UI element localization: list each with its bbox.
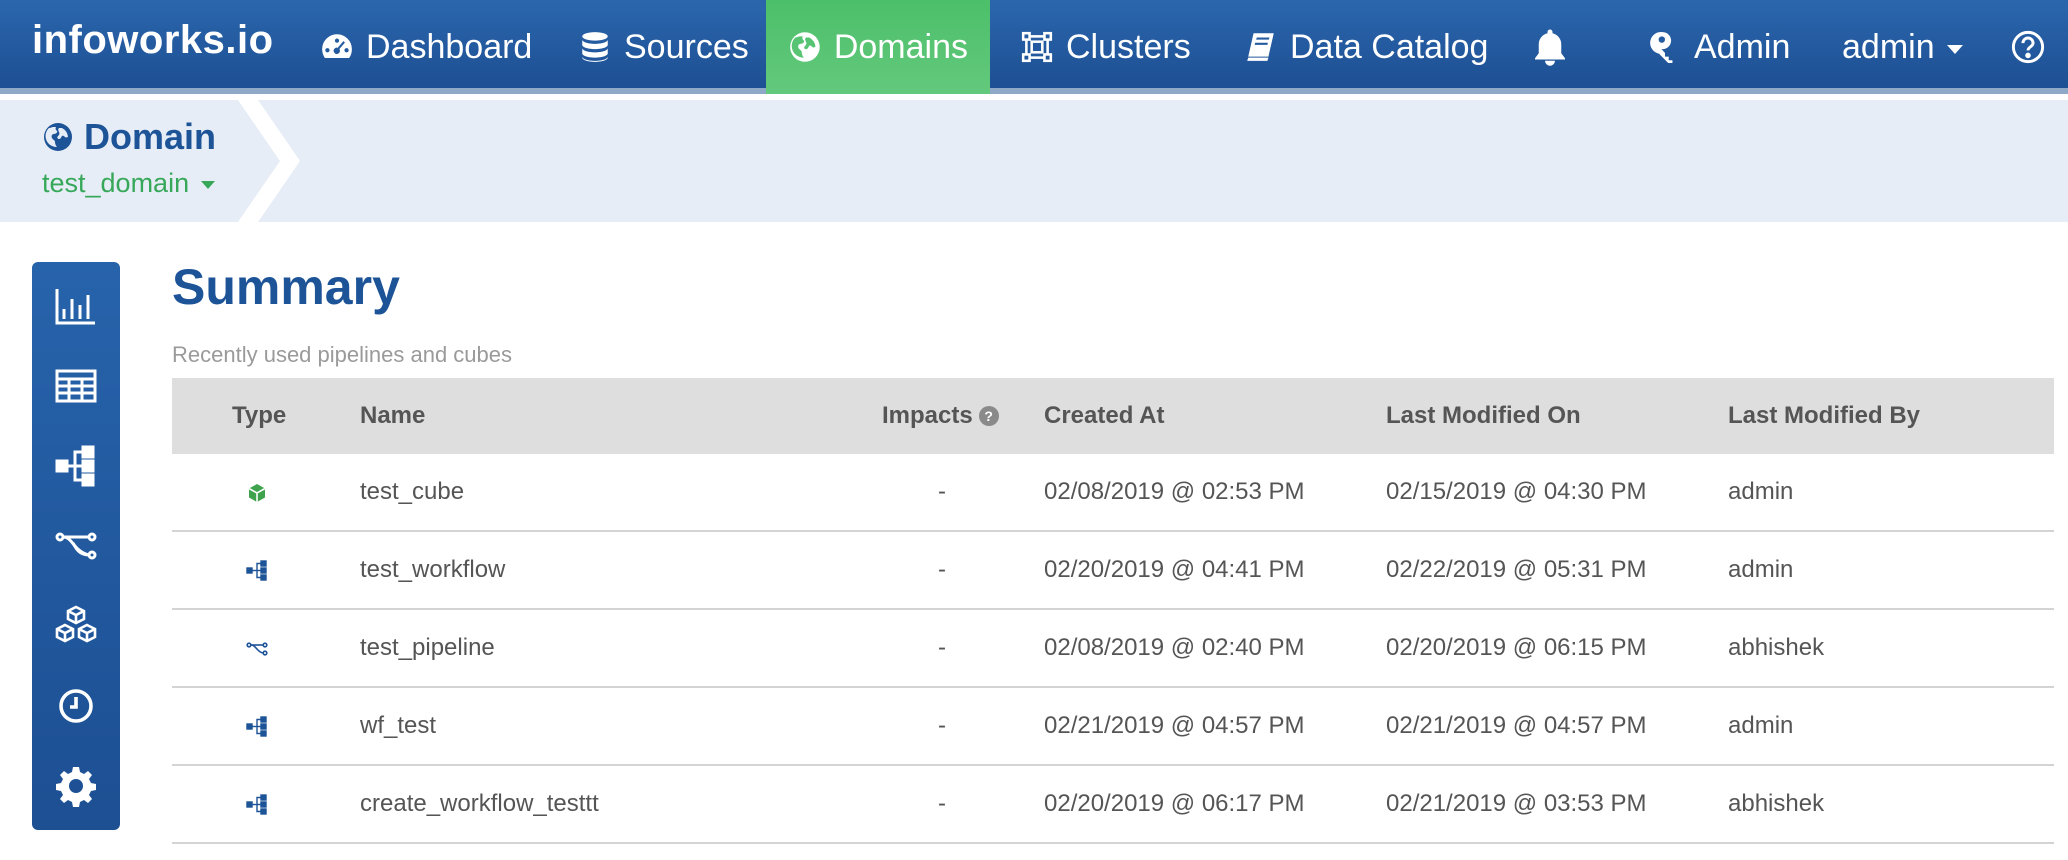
pipeline-icon [55,532,97,560]
row-created-at: 02/20/2019 @ 04:41 PM [1044,556,1305,583]
row-impacts: - [938,556,946,583]
row-impacts: - [938,634,946,661]
breadcrumb: Domain test_domain [0,100,2068,222]
workflow-icon [246,794,267,815]
nav-data-catalog-label: Data Catalog [1290,27,1489,66]
column-header-impacts-label: Impacts [882,402,973,429]
sidebar-item-workflows[interactable] [32,426,120,506]
question-circle-icon[interactable]: ? [978,406,999,426]
column-header-last-modified-by[interactable]: Last Modified By [1728,378,1920,454]
nav-admin-label: Admin [1694,27,1791,66]
sidebar-item-history[interactable] [32,666,120,746]
nav-sources-label: Sources [624,27,749,66]
row-last-modified-by: admin [1728,712,1794,739]
row-last-modified-on: 02/15/2019 @ 04:30 PM [1386,478,1647,505]
column-header-type[interactable]: Type [232,378,286,454]
cubes-icon [55,605,97,643]
recent-items-table: Type Name Impacts? Created At Last Modif… [172,378,2054,844]
row-created-at: 02/20/2019 @ 06:17 PM [1044,790,1305,817]
globe-icon [44,123,72,151]
row-last-modified-by: admin [1728,478,1794,505]
top-navbar: infoworks.io Dashboard Sources Domains C… [0,0,2068,94]
column-header-last-modified-on[interactable]: Last Modified On [1386,378,1581,454]
nav-sources[interactable]: Sources [556,0,771,94]
key-icon [1650,31,1673,63]
row-impacts: - [938,712,946,739]
row-created-at: 02/08/2019 @ 02:40 PM [1044,634,1305,661]
nav-clusters[interactable]: Clusters [998,0,1213,94]
workflow-tree-icon [55,445,95,487]
breadcrumb-domain-box: Domain test_domain [0,100,240,222]
clock-icon [59,689,93,723]
breadcrumb-title: Domain [42,116,216,158]
dashboard-gauge-icon [322,34,352,59]
question-circle-icon [2011,30,2045,64]
chevron-down-icon [201,181,216,189]
chevron-down-icon [1946,44,1963,54]
nav-clusters-label: Clusters [1066,27,1191,66]
row-name-link[interactable]: test_pipeline [360,610,495,686]
row-name-link[interactable]: wf_test [360,688,436,764]
sidebar-item-tables[interactable] [32,346,120,426]
globe-icon [790,32,820,62]
row-last-modified-on: 02/20/2019 @ 06:15 PM [1386,634,1647,661]
user-menu-dropdown[interactable]: admin [1820,0,1985,94]
sidebar-item-pipelines[interactable] [32,506,120,586]
table-row[interactable]: test_cube - 02/08/2019 @ 02:53 PM 02/15/… [172,454,2054,532]
breadcrumb-separator [238,100,300,222]
table-header: Type Name Impacts? Created At Last Modif… [172,378,2054,454]
row-last-modified-on: 02/21/2019 @ 03:53 PM [1386,790,1647,817]
workflow-icon [246,716,267,737]
workflow-icon [246,560,267,581]
row-last-modified-by: admin [1728,556,1794,583]
row-name-link[interactable]: create_workflow_testtt [360,766,599,842]
nav-domains[interactable]: Domains [766,0,990,94]
column-header-created-at[interactable]: Created At [1044,378,1164,454]
row-impacts: - [938,790,946,817]
nav-dashboard[interactable]: Dashboard [298,0,554,94]
help-button[interactable] [2000,0,2056,94]
breadcrumb-title-label: Domain [84,116,217,157]
page-title: Summary [172,259,400,315]
gear-icon [56,767,96,807]
column-header-name[interactable]: Name [360,378,425,454]
row-name-link[interactable]: test_cube [360,454,464,530]
cube-icon [248,484,266,502]
table-row[interactable]: wf_test - 02/21/2019 @ 04:57 PM 02/21/20… [172,688,2054,766]
domain-selector-label: test_domain [42,168,190,198]
brand-logo[interactable]: infoworks.io [32,18,274,63]
row-created-at: 02/08/2019 @ 02:53 PM [1044,478,1305,505]
bar-chart-icon [55,289,95,325]
table-row[interactable]: test_pipeline - 02/08/2019 @ 02:40 PM 02… [172,610,2054,688]
pipeline-icon [246,642,268,656]
row-last-modified-by: abhishek [1728,790,1825,817]
row-last-modified-on: 02/22/2019 @ 05:31 PM [1386,556,1647,583]
column-header-impacts[interactable]: Impacts? [882,378,999,454]
page-subtitle: Recently used pipelines and cubes [172,342,513,367]
row-created-at: 02/21/2019 @ 04:57 PM [1044,712,1305,739]
sidebar-item-cubes[interactable] [32,586,120,666]
table-grid-icon [55,369,97,403]
book-icon [1247,33,1274,61]
user-name-label: admin [1842,27,1935,66]
bell-icon [1535,29,1565,66]
domain-selector-dropdown[interactable]: test_domain [42,168,216,199]
nav-dashboard-label: Dashboard [366,27,533,66]
table-row[interactable]: test_workflow - 02/20/2019 @ 04:41 PM 02… [172,532,2054,610]
database-icon [582,32,608,62]
cluster-icon [1021,31,1053,63]
notifications-button[interactable] [1508,0,1592,94]
row-name-link[interactable]: test_workflow [360,532,505,608]
row-last-modified-on: 02/21/2019 @ 04:57 PM [1386,712,1647,739]
sidebar-item-summary[interactable] [32,266,120,346]
row-last-modified-by: abhishek [1728,634,1825,661]
row-impacts: - [938,478,946,505]
sidebar-item-settings[interactable] [32,746,120,826]
nav-data-catalog[interactable]: Data Catalog [1222,0,1510,94]
domain-sidebar [32,262,120,830]
nav-admin[interactable]: Admin [1626,0,1812,94]
table-row[interactable]: create_workflow_testtt - 02/20/2019 @ 06… [172,766,2054,844]
nav-domains-label: Domains [833,27,968,66]
